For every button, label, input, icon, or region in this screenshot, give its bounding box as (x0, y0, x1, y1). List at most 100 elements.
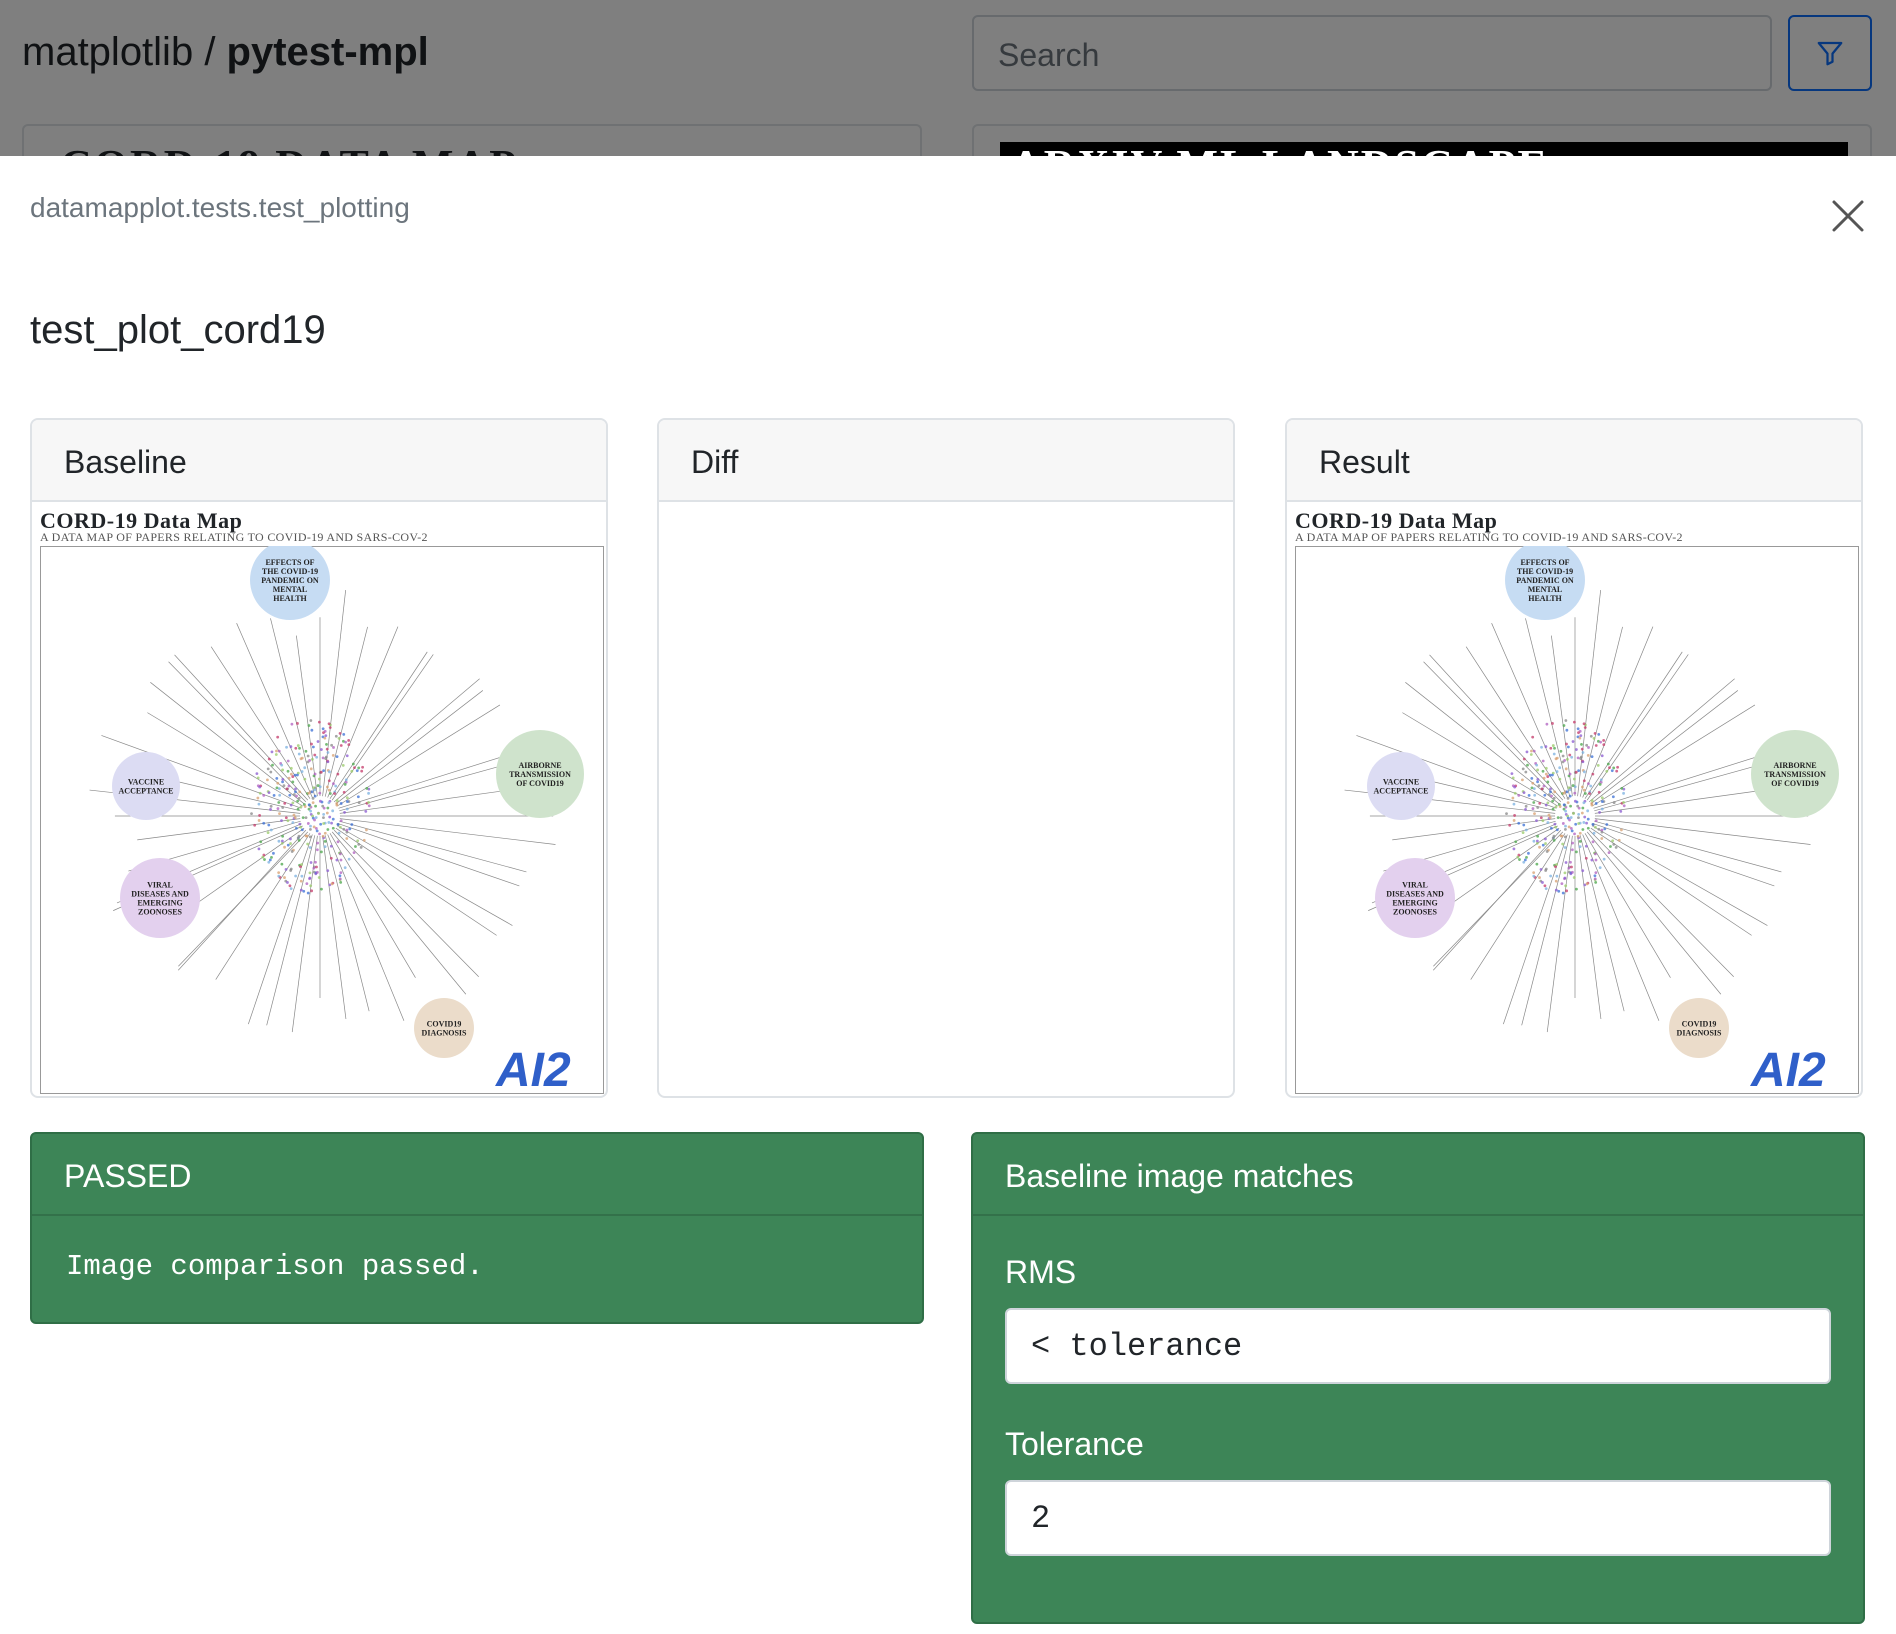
data-point (284, 867, 288, 871)
data-point (270, 750, 274, 754)
data-point (306, 754, 310, 758)
data-point (1597, 827, 1601, 831)
data-point (342, 733, 346, 736)
data-point (256, 796, 260, 800)
data-point (298, 746, 301, 750)
background-card-title: ARXIV ML LANDSCAPE (1010, 141, 1549, 184)
data-point (1524, 808, 1527, 811)
data-point (341, 763, 345, 767)
data-point (316, 784, 320, 787)
baseline-image[interactable]: CORD-19 Data Map A DATA MAP OF PAPERS RE… (32, 502, 606, 1096)
data-point (345, 828, 349, 832)
data-point (1536, 834, 1540, 838)
data-point (253, 823, 257, 827)
data-point (1542, 776, 1546, 780)
data-point (323, 840, 327, 843)
data-point (1591, 772, 1595, 776)
data-point (1612, 843, 1616, 846)
data-point (1580, 742, 1583, 746)
data-point (339, 744, 343, 747)
data-point (313, 788, 317, 792)
data-point (1590, 755, 1594, 759)
rms-field[interactable]: < tolerance (1005, 1308, 1831, 1384)
label-leader-line (1592, 704, 1756, 807)
data-point (280, 819, 283, 823)
data-point (1527, 793, 1531, 797)
data-point (1615, 769, 1619, 773)
data-point (312, 825, 316, 829)
data-point (327, 779, 331, 783)
data-point (1556, 816, 1560, 820)
data-point (1620, 828, 1623, 832)
data-point (1539, 867, 1543, 871)
data-point (325, 747, 329, 751)
data-point (1551, 836, 1555, 840)
data-point (321, 727, 325, 731)
data-point (303, 766, 307, 770)
data-point (1564, 719, 1568, 722)
match-title: Baseline image matches (973, 1134, 1863, 1216)
data-point (1568, 818, 1571, 822)
result-image[interactable]: CORD-19 Data Map A DATA MAP OF PAPERS RE… (1287, 502, 1861, 1096)
data-point (1577, 731, 1580, 735)
data-point (315, 829, 319, 833)
data-point (314, 816, 318, 819)
data-point (276, 735, 280, 739)
result-panel-title: Result (1287, 420, 1861, 502)
data-point (359, 845, 363, 849)
label-leader-line (335, 690, 484, 805)
data-point (299, 757, 303, 761)
data-point (1535, 862, 1539, 866)
data-point (1532, 787, 1536, 791)
data-point (1544, 869, 1548, 872)
data-point (1522, 757, 1526, 761)
data-point (334, 734, 338, 738)
map-plot: EFFECTS OF THE COVID-19 PANDEMIC ON MENTAL H… (89, 546, 584, 1094)
status-card: PASSED Image comparison passed. (30, 1132, 924, 1324)
data-point (322, 813, 326, 816)
data-point (291, 775, 295, 778)
data-point (1552, 752, 1556, 756)
close-button[interactable] (1826, 194, 1870, 238)
data-point (1575, 850, 1578, 854)
data-point (1583, 726, 1587, 729)
data-point (1540, 745, 1543, 749)
rms-label: RMS (1005, 1254, 1077, 1290)
data-point (281, 780, 284, 784)
data-point (1546, 780, 1550, 784)
data-point (296, 722, 299, 725)
data-point (1571, 784, 1575, 787)
data-point (281, 778, 285, 781)
data-point (326, 869, 330, 873)
data-point (347, 857, 351, 861)
data-point (335, 858, 339, 862)
data-point (330, 882, 334, 886)
data-point (361, 765, 364, 769)
tolerance-field[interactable]: 2 (1005, 1480, 1831, 1556)
data-point (1557, 889, 1561, 893)
close-icon (1832, 200, 1864, 232)
data-point (1558, 805, 1562, 808)
data-point (339, 858, 343, 862)
data-point (257, 847, 261, 851)
data-point (326, 785, 329, 789)
data-point (1549, 874, 1553, 878)
data-point (275, 777, 279, 780)
data-point (294, 826, 298, 830)
data-point (1544, 745, 1548, 748)
data-point (1563, 835, 1567, 839)
data-point (1548, 816, 1552, 820)
data-point (311, 745, 315, 749)
data-point (329, 856, 333, 860)
data-point (335, 802, 339, 805)
data-point (1574, 822, 1578, 826)
data-point (1599, 778, 1603, 782)
data-point (1544, 803, 1548, 807)
data-point (1564, 827, 1567, 831)
data-point (1554, 757, 1558, 761)
data-point (1580, 747, 1584, 751)
data-point (357, 766, 361, 770)
data-point (1586, 754, 1590, 757)
modal-backdrop[interactable] (0, 0, 1896, 156)
test-name: test_plot_cord19 (30, 308, 326, 352)
